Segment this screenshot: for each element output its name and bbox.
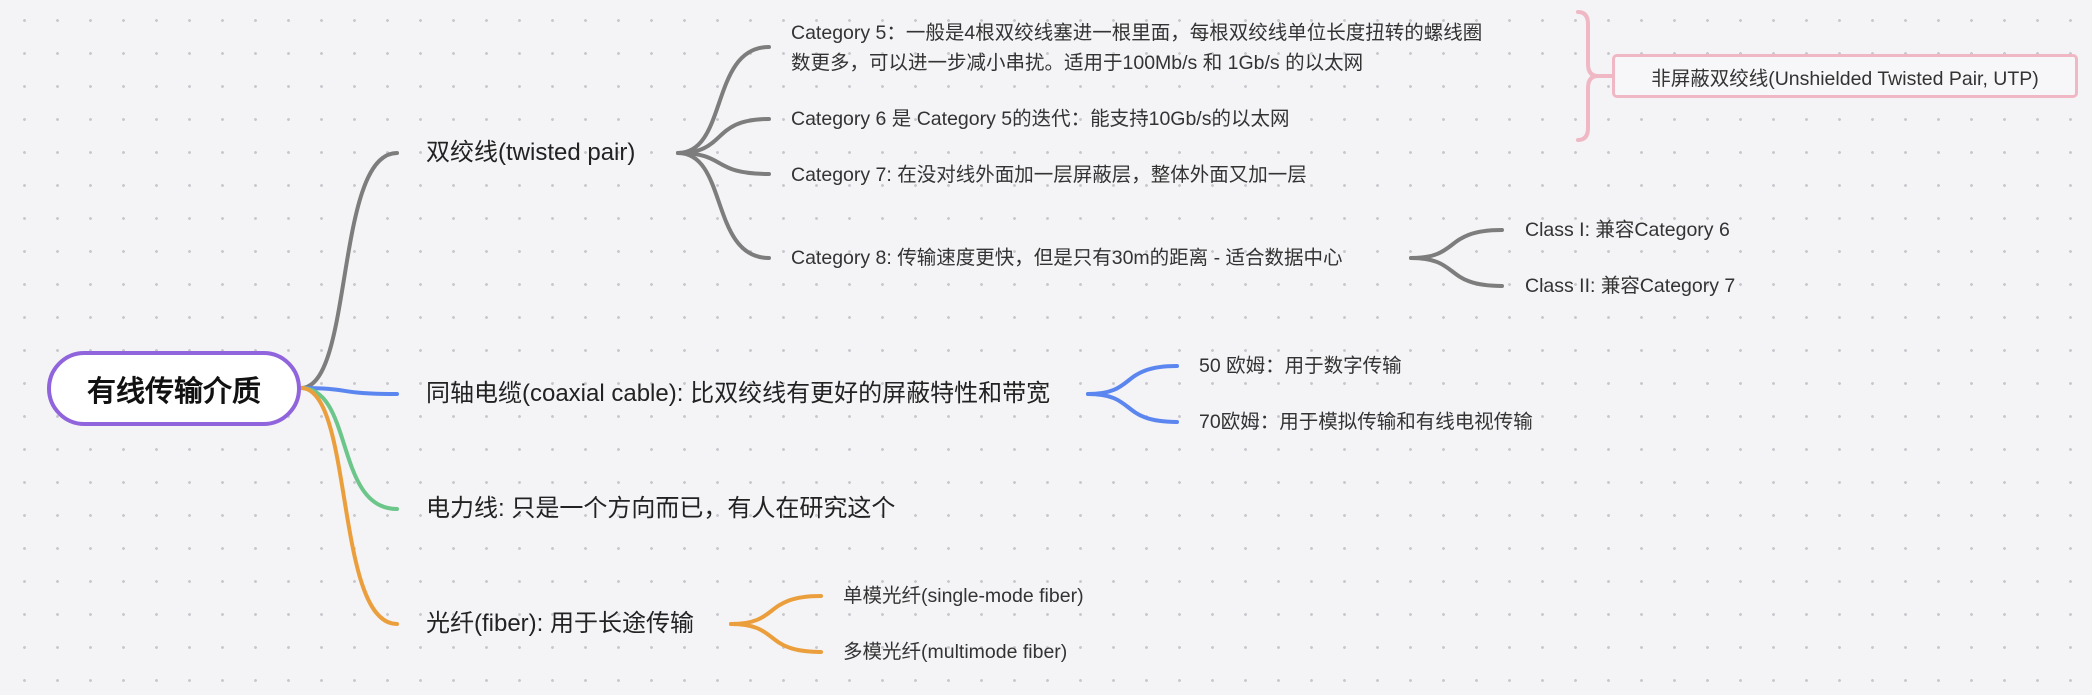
subtopic-line: 数更多，可以进一步减小串扰。适用于100Mb/s 和 1Gb/s 的以太网 (791, 52, 1364, 74)
subtopic-category-7[interactable]: Category 7: 在没对线外面加一层屏蔽层，整体外面又加一层 (791, 162, 1307, 189)
subtopic-label: 单模光纤(single-mode fiber) (843, 585, 1084, 607)
link-cat8-class1 (1409, 228, 1504, 260)
topic-label: 电力线: 只是一个方向而已，有人在研究这个 (426, 495, 896, 522)
link-twisted-cat5 (676, 45, 771, 155)
subtopic-category-5[interactable]: Category 5：一般是4根双绞线塞进一根里面，每根双绞线单位长度扭转的螺线… (791, 18, 1482, 78)
root-topic[interactable]: 有线传输介质 (47, 351, 301, 426)
subtopic-label: Class II: 兼容Category 7 (1525, 275, 1736, 297)
subtopic-category-6[interactable]: Category 6 是 Category 5的迭代：能支持10Gb/s的以太网 (791, 106, 1289, 133)
link-coaxial-50 (1086, 364, 1179, 396)
subtopic-single-mode-fiber[interactable]: 单模光纤(single-mode fiber) (843, 583, 1084, 610)
subtopic-multimode-fiber[interactable]: 多模光纤(multimode fiber) (843, 639, 1067, 666)
subtopic-label: 70欧姆：用于模拟传输和有线电视传输 (1199, 411, 1533, 433)
subtopic-50-ohm[interactable]: 50 欧姆：用于数字传输 (1199, 353, 1402, 380)
link-root-power (299, 386, 399, 511)
topic-label: 同轴电缆(coaxial cable): 比双绞线有更好的屏蔽特性和带宽 (426, 380, 1051, 407)
subtopic-label: 多模光纤(multimode fiber) (843, 641, 1068, 663)
subtopic-70-ohm[interactable]: 70欧姆：用于模拟传输和有线电视传输 (1199, 409, 1533, 436)
topic-twisted-pair[interactable]: 双绞线(twisted pair) (426, 136, 635, 170)
link-fiber-single (729, 594, 823, 626)
link-root-twisted (299, 151, 399, 390)
subtopic-class-2[interactable]: Class II: 兼容Category 7 (1525, 273, 1735, 300)
subtopic-label: 50 欧姆：用于数字传输 (1199, 355, 1402, 377)
summary-utp[interactable]: 非屏蔽双绞线(Unshielded Twisted Pair, UTP) (1612, 54, 2078, 98)
root-topic-label: 有线传输介质 (86, 375, 261, 408)
subtopic-label: Category 6 是 Category 5的迭代：能支持10Gb/s的以太网 (791, 108, 1290, 130)
link-twisted-cat8 (676, 151, 771, 260)
subtopic-label: Category 7: 在没对线外面加一层屏蔽层，整体外面又加一层 (791, 164, 1307, 186)
subtopic-category-8[interactable]: Category 8: 传输速度更快，但是只有30m的距离 - 适合数据中心 (791, 245, 1343, 272)
mindmap-canvas: 有线传输介质 双绞线(twisted pair) 同轴电缆(coaxial ca… (0, 0, 2092, 695)
summary-brace (1576, 10, 1600, 142)
topic-fiber[interactable]: 光纤(fiber): 用于长途传输 (426, 607, 694, 641)
summary-label: 非屏蔽双绞线(Unshielded Twisted Pair, UTP) (1651, 67, 2039, 90)
topic-coaxial-cable[interactable]: 同轴电缆(coaxial cable): 比双绞线有更好的屏蔽特性和带宽 (426, 377, 1050, 411)
link-fiber-multi (729, 622, 823, 654)
topic-label: 双绞线(twisted pair) (426, 139, 636, 166)
subtopic-label: Class I: 兼容Category 6 (1525, 219, 1730, 241)
subtopic-line: Category 5：一般是4根双绞线塞进一根里面，每根双绞线单位长度扭转的螺线… (791, 22, 1483, 44)
subtopic-class-1[interactable]: Class I: 兼容Category 6 (1525, 217, 1730, 244)
link-coaxial-70 (1086, 392, 1179, 424)
link-cat8-class2 (1409, 256, 1504, 288)
topic-label: 光纤(fiber): 用于长途传输 (426, 610, 695, 637)
subtopic-label: Category 8: 传输速度更快，但是只有30m的距离 - 适合数据中心 (791, 247, 1343, 269)
topic-power-line[interactable]: 电力线: 只是一个方向而已，有人在研究这个 (426, 492, 895, 526)
